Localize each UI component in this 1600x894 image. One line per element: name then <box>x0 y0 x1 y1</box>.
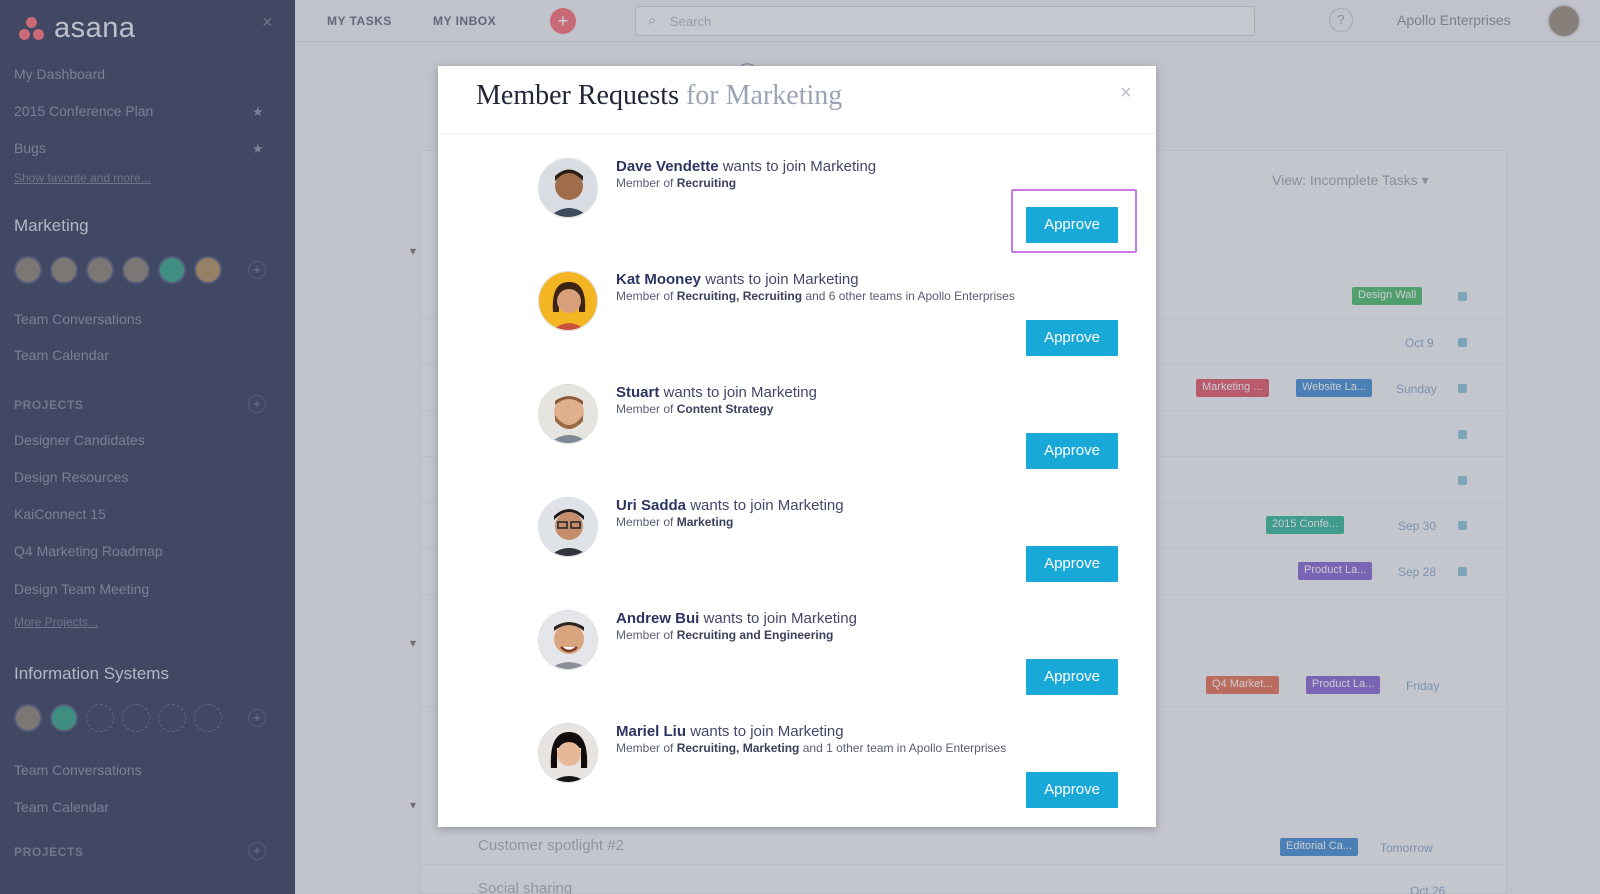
request-action: wants to join Marketing <box>690 723 844 740</box>
requester-name[interactable]: Kat Mooney <box>616 271 701 288</box>
avatar <box>538 384 598 444</box>
member-request-row: Andrew Bui wants to join Marketing Membe… <box>438 586 1156 698</box>
member-request-row: Uri Sadda wants to join Marketing Member… <box>438 473 1156 585</box>
approve-button[interactable]: Approve <box>1026 772 1118 808</box>
member-request-row: Mariel Liu wants to join Marketing Membe… <box>438 699 1156 811</box>
approve-button[interactable]: Approve <box>1026 433 1118 469</box>
request-action: wants to join Marketing <box>690 497 844 514</box>
requester-name[interactable]: Uri Sadda <box>616 497 686 514</box>
request-text: Andrew Bui wants to join Marketing Membe… <box>616 610 1096 642</box>
member-teams: Recruiting, Recruiting <box>676 289 803 303</box>
request-action: wants to join Marketing <box>722 158 877 175</box>
avatar <box>538 610 598 670</box>
close-icon[interactable]: × <box>1120 82 1132 105</box>
approve-highlight-outline <box>1011 189 1137 253</box>
modal-title-team: for Marketing <box>685 80 843 111</box>
member-teams: Recruiting <box>676 176 737 190</box>
avatar <box>538 497 598 557</box>
member-teams: Marketing <box>676 515 734 529</box>
member-of-label: Member of <box>616 176 674 190</box>
member-requests-modal: Member Requests for Marketing × Dave Ven… <box>438 66 1156 827</box>
approve-button[interactable]: Approve <box>1026 659 1118 695</box>
requester-name[interactable]: Stuart <box>616 384 659 401</box>
member-request-row: Kat Mooney wants to join Marketing Membe… <box>438 247 1156 359</box>
modal-header: Member Requests for Marketing × <box>438 66 1156 134</box>
avatar <box>538 158 598 218</box>
requester-name[interactable]: Mariel Liu <box>616 723 686 740</box>
request-text: Kat Mooney wants to join Marketing Membe… <box>616 271 1096 303</box>
member-of-label: Member of <box>616 402 674 416</box>
avatar <box>538 723 598 783</box>
member-teams-suffix: and 1 other team in Apollo Enterprises <box>802 741 1007 755</box>
request-text: Stuart wants to join Marketing Member of… <box>616 384 1096 416</box>
request-action: wants to join Marketing <box>705 271 859 288</box>
member-teams: Recruiting and Engineering <box>676 628 834 642</box>
modal-title: Member Requests for Marketing <box>476 80 842 112</box>
request-action: wants to join Marketing <box>703 610 857 627</box>
request-text: Uri Sadda wants to join Marketing Member… <box>616 497 1096 529</box>
member-of-label: Member of <box>616 741 674 755</box>
modal-title-main: Member Requests <box>476 80 679 111</box>
member-request-row: Stuart wants to join Marketing Member of… <box>438 360 1156 472</box>
request-text: Dave Vendette wants to join Marketing Me… <box>616 158 1096 190</box>
avatar <box>538 271 598 331</box>
member-of-label: Member of <box>616 515 674 529</box>
request-action: wants to join Marketing <box>663 384 817 401</box>
member-of-label: Member of <box>616 289 674 303</box>
request-text: Mariel Liu wants to join Marketing Membe… <box>616 723 1096 755</box>
member-teams: Recruiting, Marketing <box>676 741 800 755</box>
requester-name[interactable]: Andrew Bui <box>616 610 699 627</box>
member-of-label: Member of <box>616 628 674 642</box>
member-teams-suffix: and 6 other teams in Apollo Enterprises <box>805 289 1015 303</box>
requester-name[interactable]: Dave Vendette <box>616 158 719 175</box>
approve-button[interactable]: Approve <box>1026 320 1118 356</box>
member-teams: Content Strategy <box>676 402 774 416</box>
approve-button[interactable]: Approve <box>1026 546 1118 582</box>
